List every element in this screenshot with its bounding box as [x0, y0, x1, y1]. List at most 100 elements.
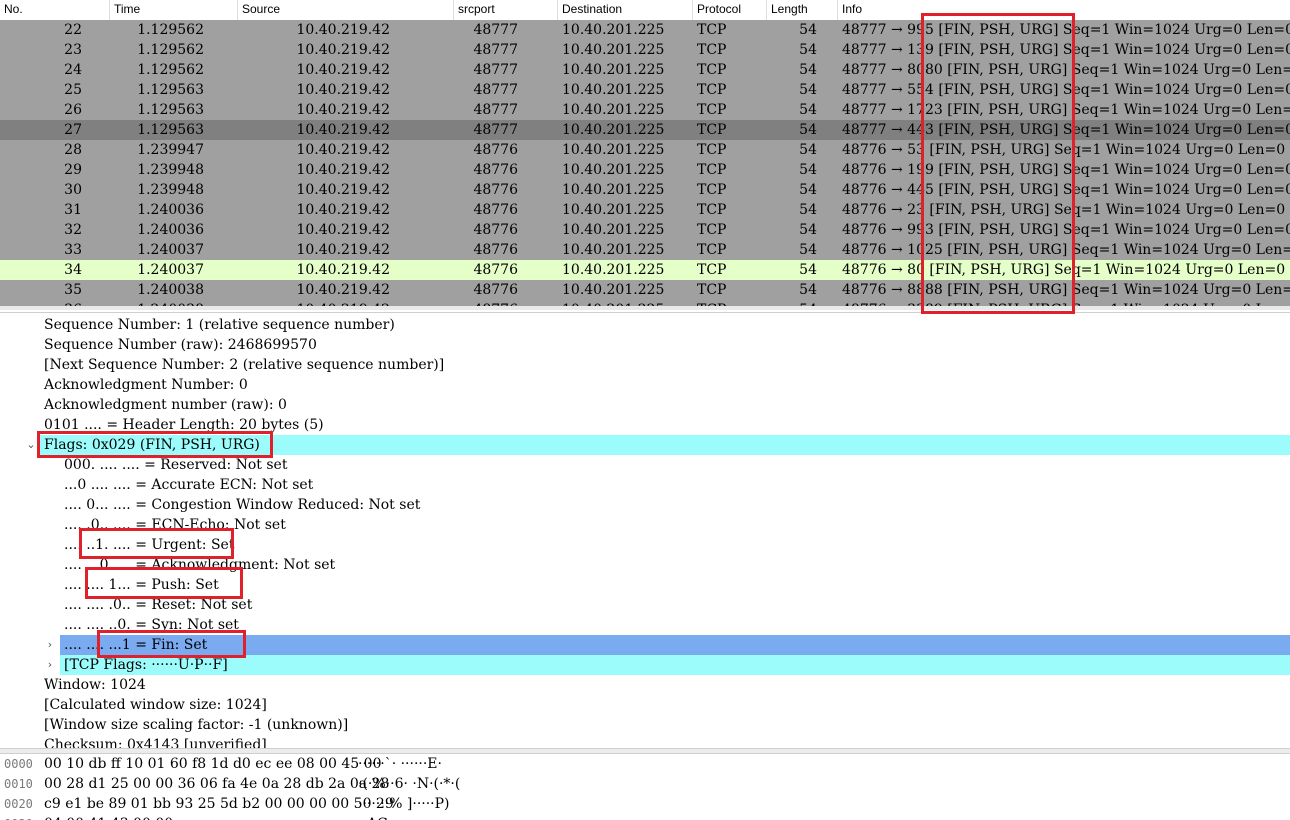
packet-row[interactable]: 25 1.129563 10.40.219.42 48777 10.40.201.225…	[0, 80, 1290, 100]
detail-line[interactable]: [Window size scaling factor: -1 (unknown…	[0, 715, 1290, 735]
packet-row[interactable]: 23 1.129562 10.40.219.42 48777 10.40.201.225…	[0, 40, 1290, 60]
packet-row[interactable]: 26 1.129563 10.40.219.42 48777 10.40.201.225…	[0, 100, 1290, 120]
detail-text: Sequence Number (raw): 2468699570	[44, 337, 317, 353]
packet-cell-protocol: TCP	[697, 42, 727, 58]
hex-line[interactable]: 0000 00 10 db ff 10 01 60 f8 1d d0 ec ee …	[0, 754, 1290, 774]
packet-cell-source: 10.40.219.42	[296, 122, 390, 138]
packet-cell-no: 22	[64, 22, 82, 38]
packet-cell-length: 54	[799, 142, 817, 158]
packet-cell-no: 32	[64, 222, 82, 238]
packet-bytes-pane[interactable]: 0000 00 10 db ff 10 01 60 f8 1d d0 ec ee …	[0, 754, 1290, 820]
packet-row[interactable]: 30 1.239948 10.40.219.42 48776 10.40.201.225…	[0, 180, 1290, 200]
detail-text: .... .... 1... = Push: Set	[64, 577, 219, 593]
packet-cell-destination: 10.40.201.225	[562, 142, 665, 158]
detail-text: [Calculated window size: 1024]	[44, 697, 267, 713]
packet-details-tree[interactable]: Sequence Number: 1 (relative sequence nu…	[0, 312, 1290, 749]
hex-line[interactable]: 0010 00 28 d1 25 00 00 36 06 fa 4e 0a 28 …	[0, 774, 1290, 794]
packet-row[interactable]: 27 1.129563 10.40.219.42 48777 10.40.201.225…	[0, 120, 1290, 140]
packet-row[interactable]: 31 1.240036 10.40.219.42 48776 10.40.201.225…	[0, 200, 1290, 220]
packet-cell-destination: 10.40.201.225	[562, 62, 665, 78]
packet-cell-source: 10.40.219.42	[296, 42, 390, 58]
packet-cell-info: 48777 → 995 [FIN, PSH, URG] Seq=1 Win=10…	[842, 22, 1290, 38]
hex-line[interactable]: 0030 04 00 41 43 00 00 ··AC··	[0, 814, 1290, 820]
packet-cell-srcport: 48777	[473, 102, 518, 118]
hex-line[interactable]: 0020 c9 e1 be 89 01 bb 93 25 5d b2 00 00 …	[0, 794, 1290, 814]
detail-line[interactable]: [Calculated window size: 1024]	[0, 695, 1290, 715]
packet-cell-time: 1.239948	[137, 162, 204, 178]
column-info[interactable]: Info	[838, 0, 1290, 20]
packet-cell-info: 48776 → 23 [FIN, PSH, URG] Seq=1 Win=102…	[842, 202, 1286, 218]
column-time[interactable]: Time	[110, 0, 238, 20]
column-destination[interactable]: Destination	[558, 0, 693, 20]
detail-line[interactable]: Acknowledgment number (raw): 0	[0, 395, 1290, 415]
packet-cell-info: 48777 → 443 [FIN, PSH, URG] Seq=1 Win=10…	[842, 122, 1290, 138]
packet-cell-protocol: TCP	[697, 202, 727, 218]
detail-text: ...0 .... .... = Accurate ECN: Not set	[64, 477, 314, 493]
detail-line[interactable]: .... ..1. .... = Urgent: Set	[0, 535, 1290, 555]
detail-line[interactable]: .... .... .0.. = Reset: Not set	[0, 595, 1290, 615]
packet-row[interactable]: 34 1.240037 10.40.219.42 48776 10.40.201.225…	[0, 260, 1290, 280]
detail-line[interactable]: [Next Sequence Number: 2 (relative seque…	[0, 355, 1290, 375]
packet-cell-srcport: 48776	[473, 162, 518, 178]
packet-rows: 22 1.129562 10.40.219.42 48777 10.40.201.225…	[0, 20, 1290, 306]
detail-line[interactable]: › .... .... ...1 = Fin: Set	[0, 635, 1290, 655]
packet-cell-protocol: TCP	[697, 142, 727, 158]
packet-cell-destination: 10.40.201.225	[562, 242, 665, 258]
packet-cell-protocol: TCP	[697, 282, 727, 298]
packet-row[interactable]: 28 1.239947 10.40.219.42 48776 10.40.201.225…	[0, 140, 1290, 160]
detail-line[interactable]: Sequence Number (raw): 2468699570	[0, 335, 1290, 355]
packet-row[interactable]: 29 1.239948 10.40.219.42 48776 10.40.201.225…	[0, 160, 1290, 180]
column-srcport[interactable]: srcport	[454, 0, 558, 20]
packet-cell-no: 23	[64, 42, 82, 58]
packet-cell-protocol: TCP	[697, 222, 727, 238]
packet-cell-protocol: TCP	[697, 122, 727, 138]
packet-cell-length: 54	[799, 62, 817, 78]
chevron-right-icon[interactable]: ›	[43, 635, 57, 655]
column-source[interactable]: Source	[238, 0, 454, 20]
packet-row[interactable]: 22 1.129562 10.40.219.42 48777 10.40.201.225…	[0, 20, 1290, 40]
chevron-down-icon[interactable]: ⌄	[24, 435, 38, 455]
packet-cell-srcport: 48776	[473, 182, 518, 198]
hex-ascii: ······`· ······E·	[358, 756, 442, 772]
detail-line[interactable]: Acknowledgment Number: 0	[0, 375, 1290, 395]
detail-selection-fill	[60, 635, 1290, 655]
detail-line[interactable]: Window: 1024	[0, 675, 1290, 695]
detail-text: .... .... .0.. = Reset: Not set	[64, 597, 253, 613]
packet-cell-length: 54	[799, 182, 817, 198]
hex-offset: 0020	[4, 797, 33, 811]
detail-line[interactable]: .... ...0 .... = Acknowledgment: Not set	[0, 555, 1290, 575]
hex-bytes: 00 28 d1 25 00 00 36 06 fa 4e 0a 28 db 2…	[44, 776, 390, 792]
detail-line[interactable]: 0101 .... = Header Length: 20 bytes (5)	[0, 415, 1290, 435]
detail-line[interactable]: ⌄ Flags: 0x029 (FIN, PSH, URG)	[0, 435, 1290, 455]
packet-cell-source: 10.40.219.42	[296, 162, 390, 178]
detail-line[interactable]: › [TCP Flags: ······U·P··F]	[0, 655, 1290, 675]
packet-cell-info: 48776 → 53 [FIN, PSH, URG] Seq=1 Win=102…	[842, 142, 1286, 158]
column-protocol[interactable]: Protocol	[693, 0, 767, 20]
detail-line[interactable]: .... .... ..0. = Syn: Not set	[0, 615, 1290, 635]
column-no[interactable]: No.	[0, 0, 110, 20]
packet-row[interactable]: 35 1.240038 10.40.219.42 48776 10.40.201.225…	[0, 280, 1290, 300]
packet-cell-no: 33	[64, 242, 82, 258]
detail-line[interactable]: Sequence Number: 1 (relative sequence nu…	[0, 315, 1290, 335]
packet-row[interactable]: 33 1.240037 10.40.219.42 48776 10.40.201.225…	[0, 240, 1290, 260]
packet-cell-protocol: TCP	[697, 182, 727, 198]
detail-line[interactable]: .... .... 1... = Push: Set	[0, 575, 1290, 595]
detail-text: .... .... ..0. = Syn: Not set	[64, 617, 239, 633]
detail-line[interactable]: .... 0... .... = Congestion Window Reduc…	[0, 495, 1290, 515]
column-length[interactable]: Length	[767, 0, 838, 20]
packet-cell-destination: 10.40.201.225	[562, 222, 665, 238]
hex-ascii: ·(·%··6· ·N·(·*·(	[358, 776, 461, 792]
packet-row[interactable]: 32 1.240036 10.40.219.42 48776 10.40.201.225…	[0, 220, 1290, 240]
hex-bytes: 04 00 41 43 00 00	[44, 814, 173, 820]
packet-list[interactable]: No. Time Source srcport Destination Prot…	[0, 0, 1290, 310]
detail-line[interactable]: .... .0.. .... = ECN-Echo: Not set	[0, 515, 1290, 535]
detail-line[interactable]: Checksum: 0x4143 [unverified]	[0, 735, 1290, 749]
hex-bytes: 00 10 db ff 10 01 60 f8 1d d0 ec ee 08 0…	[44, 756, 382, 772]
chevron-right-icon[interactable]: ›	[43, 655, 57, 675]
packet-row[interactable]: 24 1.129562 10.40.219.42 48777 10.40.201.225…	[0, 60, 1290, 80]
detail-line[interactable]: ...0 .... .... = Accurate ECN: Not set	[0, 475, 1290, 495]
detail-line[interactable]: 000. .... .... = Reserved: Not set	[0, 455, 1290, 475]
packet-cell-protocol: TCP	[697, 262, 727, 278]
packet-cell-time: 1.240038	[137, 282, 204, 298]
hex-offset: 0000	[4, 757, 33, 771]
